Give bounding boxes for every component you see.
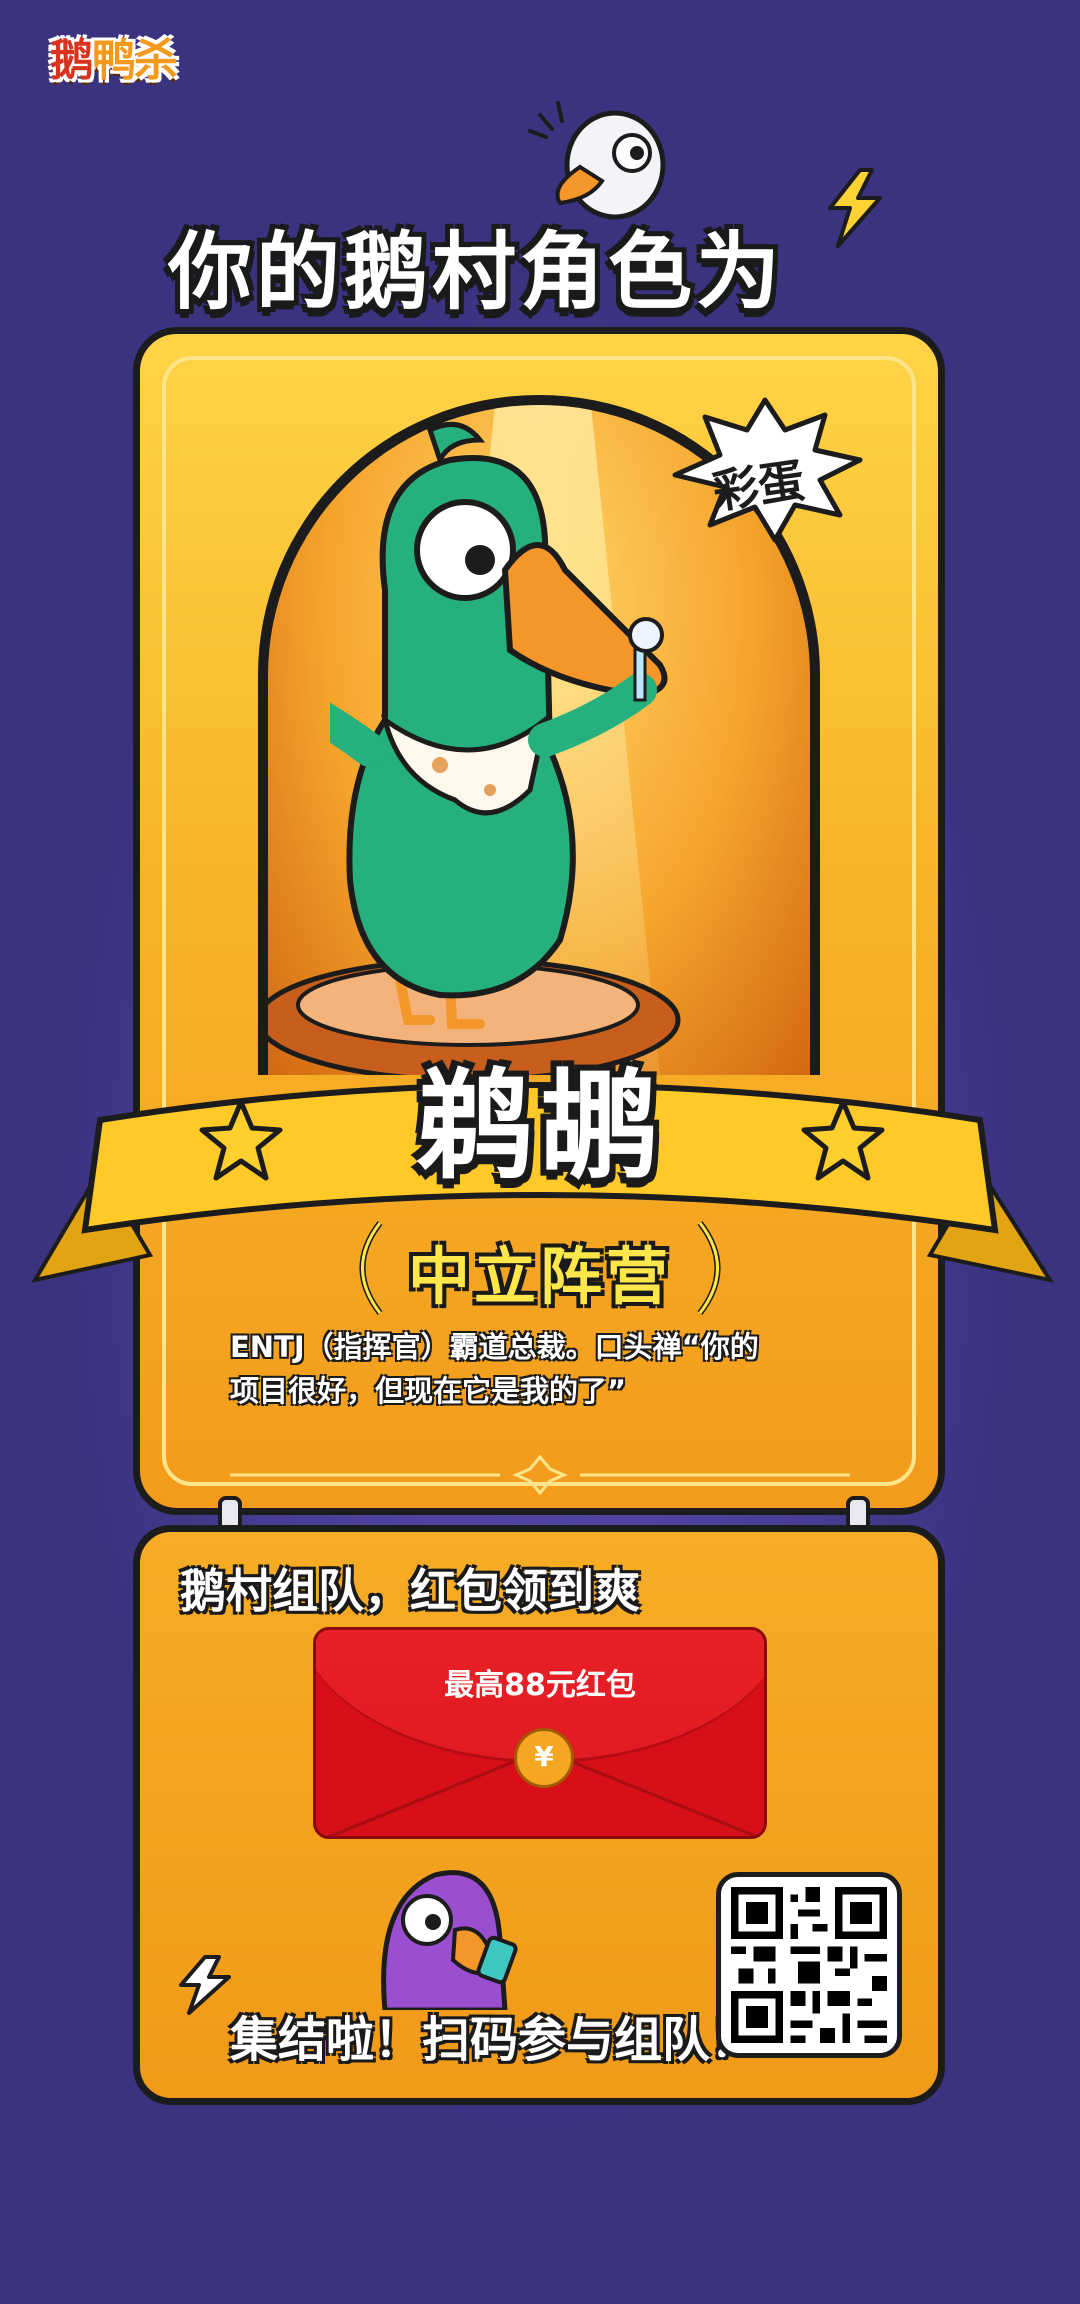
purple-goose-character <box>381 1870 518 2010</box>
panel-title: 鹅村组队，红包领到爽 <box>180 1564 640 1618</box>
game-logo: 鹅鸭杀 <box>50 35 178 86</box>
description-line: 项目很好，但现在它是我的了” <box>230 1374 627 1408</box>
divider-ornament <box>230 1455 850 1495</box>
qr-code-icon[interactable] <box>716 1872 902 2058</box>
faction-label: 中立阵营 <box>407 1240 672 1313</box>
page-headline: 你的鹅村角色为 <box>168 223 785 321</box>
lightning-icon <box>179 1955 231 2015</box>
easter-egg-label: 彩蛋 <box>709 452 808 520</box>
call-to-action: 集结啦！扫码参与组队！ <box>230 2012 759 2068</box>
yuan-coin-icon: ¥ <box>514 1728 574 1788</box>
red-envelope-button[interactable]: 最高88元红包 ¥ <box>313 1627 767 1839</box>
role-description: ENTJ（指挥官）霸道总裁。口头禅“你的 项目很好，但现在它是我的了” <box>230 1325 870 1413</box>
lightning-icon <box>828 168 882 248</box>
role-name: 鹈鹕 <box>415 1057 664 1195</box>
envelope-label: 最高88元红包 <box>444 1668 636 1703</box>
description-line: ENTJ（指挥官）霸道总裁。口头禅“你的 <box>230 1330 759 1364</box>
